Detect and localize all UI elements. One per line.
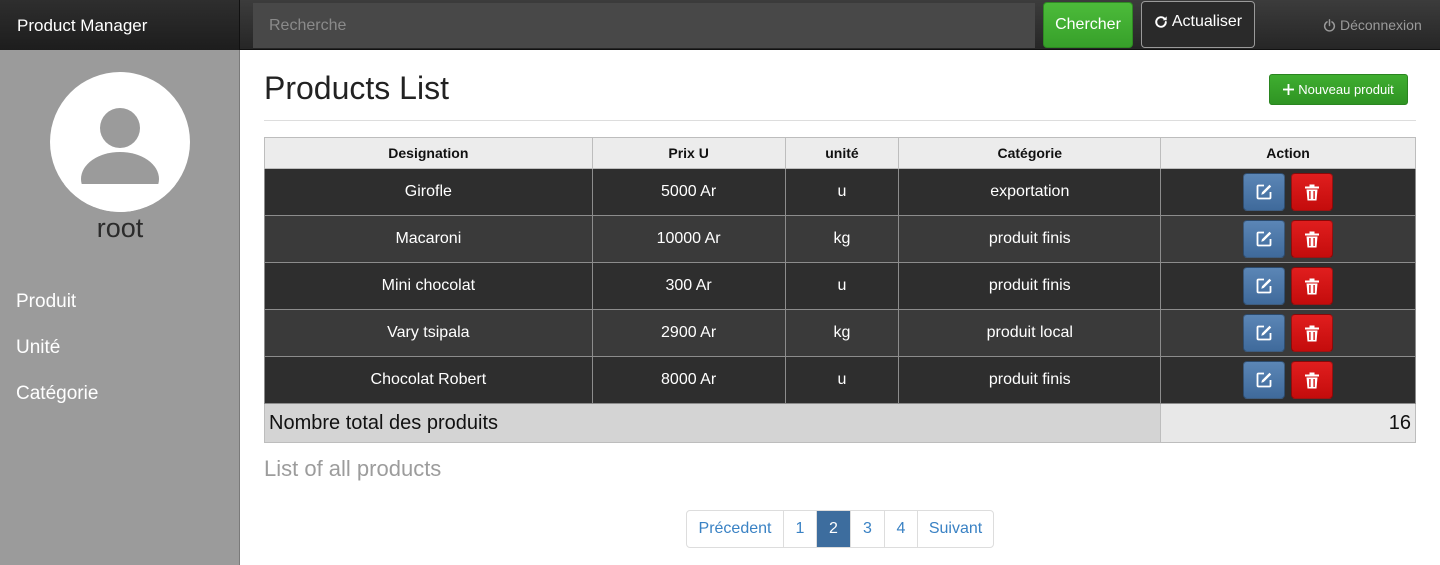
plus-icon bbox=[1283, 84, 1295, 95]
total-value: 16 bbox=[1160, 403, 1416, 443]
delete-button[interactable] bbox=[1291, 361, 1334, 399]
cell-prix: 8000 Ar bbox=[591, 356, 786, 404]
cell-action bbox=[1160, 215, 1416, 263]
table-caption: List of all products bbox=[264, 456, 442, 481]
delete-button[interactable] bbox=[1291, 220, 1334, 258]
user-avatar-icon bbox=[50, 72, 190, 212]
top-navbar: Product Manager Chercher Actualiser Déco… bbox=[0, 0, 1440, 50]
edit-icon bbox=[1256, 184, 1272, 200]
column-header-designation[interactable]: Designation bbox=[264, 137, 593, 169]
sidebar-item-categorie[interactable]: Catégorie bbox=[16, 383, 98, 405]
table-row: Mini chocolat 300 Ar u produit finis bbox=[264, 262, 1416, 310]
search-button[interactable]: Chercher bbox=[1043, 2, 1133, 48]
pagination-prev[interactable]: Précedent bbox=[687, 511, 783, 547]
cell-designation: Macaroni bbox=[264, 215, 593, 263]
cell-categorie: produit finis bbox=[898, 356, 1162, 404]
column-header-categorie[interactable]: Catégorie bbox=[898, 137, 1162, 169]
cell-action bbox=[1160, 262, 1416, 310]
trash-icon bbox=[1305, 278, 1320, 294]
cell-action bbox=[1160, 309, 1416, 357]
cell-unite: kg bbox=[784, 215, 900, 263]
edit-button[interactable] bbox=[1243, 314, 1286, 352]
sidebar-item-unite[interactable]: Unité bbox=[16, 337, 60, 359]
table-row: Girofle 5000 Ar u exportation bbox=[264, 168, 1416, 216]
cell-designation: Mini chocolat bbox=[264, 262, 593, 310]
cell-categorie: produit finis bbox=[898, 215, 1162, 263]
cell-designation: Vary tsipala bbox=[264, 309, 593, 357]
cell-prix: 10000 Ar bbox=[591, 215, 786, 263]
edit-icon bbox=[1256, 372, 1272, 388]
sidebar: root Produit Unité Catégorie bbox=[0, 50, 240, 565]
trash-icon bbox=[1305, 184, 1320, 200]
table-header-row: Designation Prix U unité Catégorie Actio… bbox=[264, 137, 1416, 169]
column-header-unite[interactable]: unité bbox=[784, 137, 900, 169]
table-row: Chocolat Robert 8000 Ar u produit finis bbox=[264, 356, 1416, 404]
cell-designation: Girofle bbox=[264, 168, 593, 216]
delete-button[interactable] bbox=[1291, 267, 1334, 305]
cell-unite: u bbox=[784, 168, 900, 216]
edit-icon bbox=[1256, 325, 1272, 341]
pagination-next[interactable]: Suivant bbox=[917, 511, 993, 547]
title-divider bbox=[264, 120, 1416, 121]
edit-icon bbox=[1256, 231, 1272, 247]
edit-button[interactable] bbox=[1243, 220, 1286, 258]
edit-button[interactable] bbox=[1243, 361, 1286, 399]
total-label: Nombre total des produits bbox=[263, 403, 1162, 443]
cell-unite: kg bbox=[784, 309, 900, 357]
cell-categorie: produit finis bbox=[898, 262, 1162, 310]
delete-button[interactable] bbox=[1291, 173, 1334, 211]
cell-prix: 2900 Ar bbox=[591, 309, 786, 357]
pagination-page-4[interactable]: 4 bbox=[884, 511, 917, 547]
pagination: Précedent 1 2 3 4 Suivant bbox=[686, 510, 994, 548]
edit-icon bbox=[1256, 278, 1272, 294]
edit-button[interactable] bbox=[1243, 173, 1286, 211]
table-row: Macaroni 10000 Ar kg produit finis bbox=[264, 215, 1416, 263]
cell-unite: u bbox=[784, 262, 900, 310]
column-header-action: Action bbox=[1160, 137, 1416, 169]
cell-designation: Chocolat Robert bbox=[264, 356, 593, 404]
cell-action bbox=[1160, 356, 1416, 404]
delete-button[interactable] bbox=[1291, 314, 1334, 352]
cell-prix: 5000 Ar bbox=[591, 168, 786, 216]
edit-button[interactable] bbox=[1243, 267, 1286, 305]
new-product-button[interactable]: Nouveau produit bbox=[1269, 74, 1408, 105]
trash-icon bbox=[1305, 325, 1320, 341]
page-title: Products List bbox=[264, 70, 449, 106]
refresh-button[interactable]: Actualiser bbox=[1141, 1, 1255, 48]
sidebar-item-produit[interactable]: Produit bbox=[16, 291, 76, 313]
trash-icon bbox=[1305, 372, 1320, 388]
new-product-label: Nouveau produit bbox=[1298, 82, 1394, 97]
cell-prix: 300 Ar bbox=[591, 262, 786, 310]
power-icon bbox=[1323, 18, 1336, 32]
trash-icon bbox=[1305, 231, 1320, 247]
logout-link[interactable]: Déconnexion bbox=[1323, 17, 1422, 33]
logout-label: Déconnexion bbox=[1340, 17, 1422, 33]
pagination-page-2[interactable]: 2 bbox=[816, 511, 850, 547]
products-table: Designation Prix U unité Catégorie Actio… bbox=[263, 137, 1416, 443]
username: root bbox=[96, 213, 144, 243]
pagination-page-3[interactable]: 3 bbox=[850, 511, 884, 547]
refresh-icon bbox=[1155, 16, 1167, 28]
cell-unite: u bbox=[784, 356, 900, 404]
pagination-page-1[interactable]: 1 bbox=[783, 511, 816, 547]
app-brand[interactable]: Product Manager bbox=[0, 0, 240, 50]
cell-categorie: produit local bbox=[898, 309, 1162, 357]
table-total-row: Nombre total des produits 16 bbox=[263, 403, 1416, 443]
table-row: Vary tsipala 2900 Ar kg produit local bbox=[264, 309, 1416, 357]
search-input[interactable] bbox=[253, 3, 1035, 48]
refresh-button-label: Actualiser bbox=[1171, 13, 1243, 30]
column-header-prix[interactable]: Prix U bbox=[591, 137, 786, 169]
cell-categorie: exportation bbox=[898, 168, 1162, 216]
cell-action bbox=[1160, 168, 1416, 216]
